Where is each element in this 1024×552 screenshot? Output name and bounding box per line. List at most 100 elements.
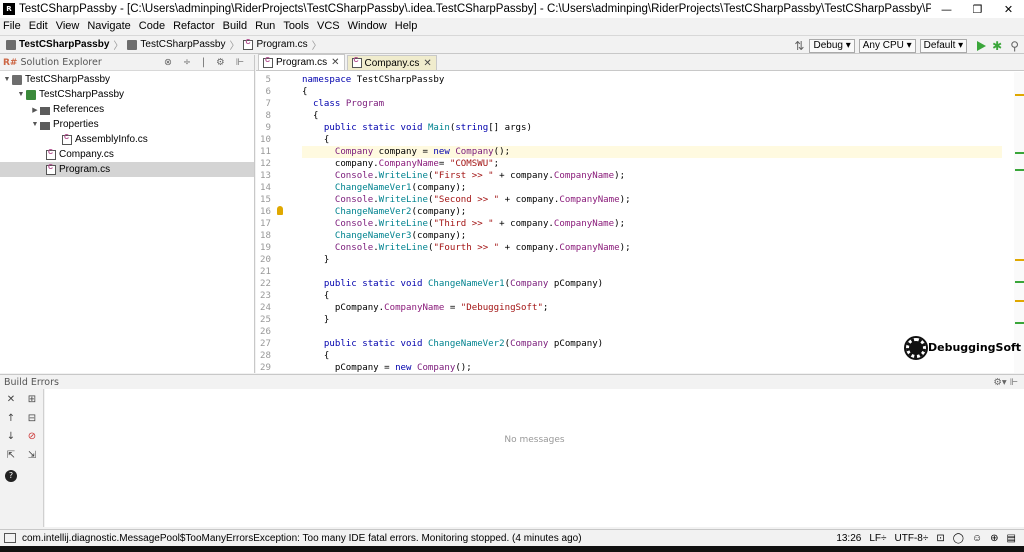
status-message[interactable]: com.intellij.diagnostic.MessagePool$TooM… [22,533,582,544]
tab-label: Program.cs [276,57,328,68]
close-tab-icon[interactable]: ✕ [423,58,431,69]
code-lines[interactable]: namespace TestCSharpPassby{ class Progra… [302,74,1002,373]
error-filter-icon[interactable]: ⊘ [26,431,38,443]
tool-window-toggle-icon[interactable] [4,533,16,543]
code-line[interactable]: pCompany = new Company(); [302,362,1002,373]
notifications-icon[interactable]: ▤ [1007,533,1016,544]
tree-item-company[interactable]: Company.cs [0,147,254,162]
expand-all-icon[interactable]: ⊞ [26,394,38,406]
arrow-up-icon[interactable]: ↑ [5,413,17,425]
code-line[interactable]: Company company = new Company(); [302,146,1002,158]
code-line[interactable]: } [302,254,1002,266]
code-line[interactable]: { [302,134,1002,146]
tab-program[interactable]: Program.cs ✕ [258,54,345,70]
breadcrumb-solution[interactable]: TestCSharpPassby [19,39,109,50]
breadcrumb-file[interactable]: Program.cs [256,39,307,50]
code-line[interactable]: pCompany.CompanyName = "DebuggingSoft"; [302,302,1002,314]
window-title: TestCSharpPassby - [C:\Users\adminping\R… [19,3,931,15]
code-line[interactable]: ChangeNameVer3(company); [302,230,1002,242]
error-stripe[interactable] [1014,72,1024,373]
warning-marker[interactable] [1015,259,1024,261]
code-line[interactable]: namespace TestCSharpPassby [302,74,1002,86]
close-icon[interactable]: ✕ [5,394,17,406]
code-line[interactable]: { [302,110,1002,122]
code-line[interactable]: class Program [302,98,1002,110]
menu-edit[interactable]: Edit [29,20,48,32]
autoscroll-icon[interactable]: ⇲ [26,450,38,462]
code-line[interactable]: } [302,314,1002,326]
panel-tool-icons[interactable]: ⊗ ÷ | ⚙ ⊩ [164,57,248,68]
expand-toggle-icon[interactable]: ▶ [30,106,40,114]
code-line[interactable]: ChangeNameVer1(company); [302,182,1002,194]
configuration-select[interactable]: Debug ▾ [809,38,855,53]
code-area[interactable]: 5 6 7 8 9 10 11 12 13 14 15 16 17 18 19 … [256,72,1024,373]
run-configuration-select[interactable]: Default ▾ [919,38,968,53]
lightbulb-icon[interactable] [277,206,283,215]
tab-company[interactable]: Company.cs ✕ [346,55,437,70]
code-line[interactable]: company.CompanyName= "COMSWU"; [302,158,1002,170]
tree-item-program[interactable]: Program.cs [0,162,254,177]
code-line[interactable] [302,266,1002,278]
menu-window[interactable]: Window [348,20,387,32]
menu-refactor[interactable]: Refactor [173,20,215,32]
debug-icon[interactable]: ✱ [992,39,1002,53]
tree-item-assemblyinfo[interactable]: AssemblyInfo.cs [0,132,254,147]
code-line[interactable]: Console.WriteLine("Fourth >> " + company… [302,242,1002,254]
code-line[interactable]: Console.WriteLine("Second >> " + company… [302,194,1002,206]
event-log-icon[interactable]: ☺ [972,533,982,544]
sort-arrows-icon[interactable]: ⇅ [794,39,804,53]
tree-item-project[interactable]: ▼ TestCSharpPassby [0,87,254,102]
menu-build[interactable]: Build [223,20,247,32]
change-marker[interactable] [1015,152,1024,154]
tree-item-properties[interactable]: ▼ Properties [0,117,254,132]
expand-toggle-icon[interactable]: ▼ [30,121,40,128]
run-icon[interactable] [977,40,987,51]
search-icon[interactable]: ⚲ [1010,39,1019,53]
code-line[interactable]: public static void Main(string[] args) [302,122,1002,134]
code-line[interactable]: { [302,86,1002,98]
code-line[interactable]: { [302,350,1002,362]
change-marker[interactable] [1015,281,1024,283]
caret-position[interactable]: 13:26 [836,533,861,544]
file-encoding[interactable]: UTF-8÷ [895,533,929,544]
line-separator[interactable]: LF÷ [869,533,886,544]
code-line[interactable]: public static void ChangeNameVer2(Compan… [302,338,1002,350]
breadcrumb-project[interactable]: TestCSharpPassby [140,39,225,50]
menu-file[interactable]: File [3,20,21,32]
minimize-button[interactable]: — [931,3,962,16]
readonly-toggle-icon[interactable]: ⊡ [936,533,944,544]
collapse-all-icon[interactable]: ⊟ [26,413,38,425]
menu-code[interactable]: Code [139,20,165,32]
close-tab-icon[interactable]: ✕ [331,57,339,68]
tree-item-solution[interactable]: ▼ TestCSharpPassby [0,72,254,87]
cs-file-icon [263,57,273,68]
menu-view[interactable]: View [56,20,80,32]
menu-navigate[interactable]: Navigate [87,20,130,32]
menu-vcs[interactable]: VCS [317,20,340,32]
tree-item-references[interactable]: ▶ References [0,102,254,117]
menu-help[interactable]: Help [395,20,418,32]
code-line[interactable]: ChangeNameVer2(company); [302,206,1002,218]
platform-select[interactable]: Any CPU ▾ [858,38,916,53]
code-line[interactable]: Console.WriteLine("First >> " + company.… [302,170,1002,182]
code-line[interactable] [302,326,1002,338]
change-marker[interactable] [1015,169,1024,171]
help-icon[interactable]: ? [5,470,17,482]
warning-marker[interactable] [1015,94,1024,96]
lock-icon[interactable]: ⊕ [990,533,998,544]
warning-marker[interactable] [1015,300,1024,302]
menu-tools[interactable]: Tools [283,20,309,32]
code-line[interactable]: Console.WriteLine("Third >> " + company.… [302,218,1002,230]
code-line[interactable]: { [302,290,1002,302]
export-icon[interactable]: ⇱ [5,450,17,462]
code-line[interactable]: public static void ChangeNameVer1(Compan… [302,278,1002,290]
menu-run[interactable]: Run [255,20,275,32]
expand-toggle-icon[interactable]: ▼ [16,91,26,98]
expand-toggle-icon[interactable]: ▼ [2,76,12,83]
panel-settings-icons[interactable]: ⚙▾ ⊩ [993,377,1018,388]
restore-button[interactable]: ❐ [962,3,993,16]
inspection-icon[interactable]: ◯ [953,533,964,544]
change-marker[interactable] [1015,322,1024,324]
arrow-down-icon[interactable]: ↓ [5,431,17,443]
close-window-button[interactable]: ✕ [993,3,1024,16]
